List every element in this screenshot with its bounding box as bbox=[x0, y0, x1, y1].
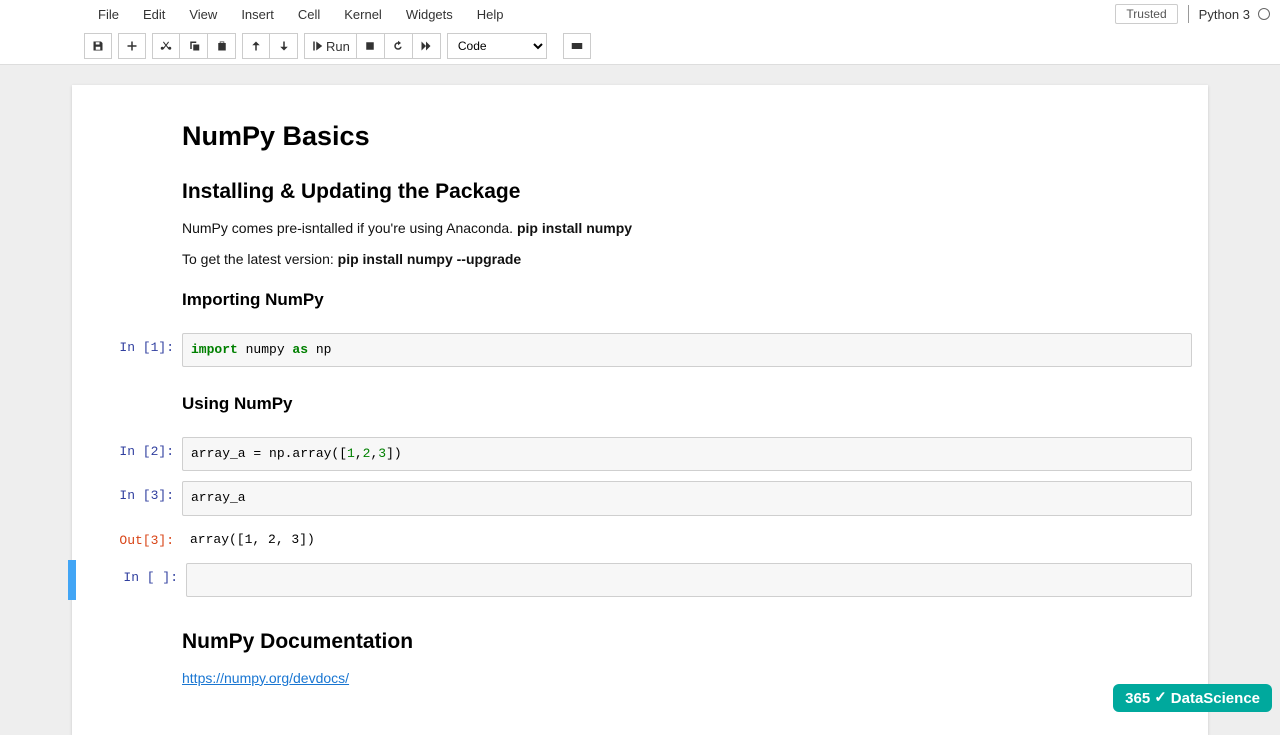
code-cell[interactable]: In [2]: array_a = np.array([1,2,3]) bbox=[72, 434, 1208, 474]
header: File Edit View Insert Cell Kernel Widget… bbox=[0, 0, 1280, 65]
code-cell-selected[interactable]: In [ ]: bbox=[72, 560, 1208, 600]
code-cell[interactable]: In [1]: import numpy as np bbox=[72, 330, 1208, 370]
copy-button[interactable] bbox=[180, 33, 208, 59]
output-cell: Out[3]: array([1, 2, 3]) bbox=[72, 523, 1208, 556]
in-prompt: In [3]: bbox=[72, 481, 182, 515]
menu-help[interactable]: Help bbox=[465, 1, 516, 28]
menu-file[interactable]: File bbox=[86, 1, 131, 28]
out-prompt: Out[3]: bbox=[72, 526, 182, 553]
paste-button[interactable] bbox=[208, 33, 236, 59]
command-palette-button[interactable] bbox=[563, 33, 591, 59]
menu-view[interactable]: View bbox=[177, 1, 229, 28]
code-input[interactable]: array_a bbox=[182, 481, 1192, 515]
move-down-button[interactable] bbox=[270, 33, 298, 59]
restart-button[interactable] bbox=[385, 33, 413, 59]
stop-button[interactable] bbox=[357, 33, 385, 59]
kernel-name[interactable]: Python 3 bbox=[1199, 7, 1250, 22]
code-input[interactable] bbox=[186, 563, 1192, 597]
cut-button[interactable] bbox=[152, 33, 180, 59]
trusted-badge[interactable]: Trusted bbox=[1115, 4, 1177, 24]
menu-edit[interactable]: Edit bbox=[131, 1, 177, 28]
menu-widgets[interactable]: Widgets bbox=[394, 1, 465, 28]
toolbar: Run Code bbox=[0, 28, 1280, 64]
in-prompt: In [2]: bbox=[72, 437, 182, 471]
in-prompt: In [1]: bbox=[72, 333, 182, 367]
markdown-cell[interactable]: NumPy Basics Installing & Updating the P… bbox=[72, 103, 1208, 326]
heading-2: NumPy Documentation bbox=[182, 630, 1202, 654]
keyboard-icon bbox=[571, 40, 583, 52]
add-cell-button[interactable] bbox=[118, 33, 146, 59]
kernel-status-icon bbox=[1258, 8, 1270, 20]
save-icon bbox=[92, 40, 104, 52]
heading-3: Importing NumPy bbox=[182, 290, 1202, 310]
save-button[interactable] bbox=[84, 33, 112, 59]
arrow-up-icon bbox=[250, 40, 262, 52]
markdown-cell[interactable]: NumPy Documentation https://numpy.org/de… bbox=[72, 604, 1208, 705]
watermark-logo: 365✓DataScience bbox=[1113, 684, 1272, 712]
notebook: NumPy Basics Installing & Updating the P… bbox=[72, 85, 1208, 735]
paragraph: NumPy comes pre-isntalled if you're usin… bbox=[182, 218, 1202, 239]
fast-forward-icon bbox=[420, 40, 432, 52]
run-icon bbox=[311, 40, 323, 52]
menubar: File Edit View Insert Cell Kernel Widget… bbox=[0, 0, 1280, 28]
stop-icon bbox=[364, 40, 376, 52]
restart-run-button[interactable] bbox=[413, 33, 441, 59]
notebook-container: NumPy Basics Installing & Updating the P… bbox=[0, 65, 1280, 735]
heading-1: NumPy Basics bbox=[182, 121, 1202, 152]
code-output: array([1, 2, 3]) bbox=[182, 526, 1192, 553]
run-button[interactable]: Run bbox=[304, 33, 357, 59]
menu-insert[interactable]: Insert bbox=[229, 1, 286, 28]
paste-icon bbox=[216, 40, 228, 52]
code-input[interactable]: import numpy as np bbox=[182, 333, 1192, 367]
code-input[interactable]: array_a = np.array([1,2,3]) bbox=[182, 437, 1192, 471]
restart-icon bbox=[392, 40, 404, 52]
move-up-button[interactable] bbox=[242, 33, 270, 59]
arrow-down-icon bbox=[278, 40, 290, 52]
divider bbox=[1188, 5, 1189, 23]
in-prompt: In [ ]: bbox=[76, 563, 186, 597]
markdown-cell[interactable]: Using NumPy bbox=[72, 374, 1208, 430]
menu-cell[interactable]: Cell bbox=[286, 1, 332, 28]
copy-icon bbox=[188, 40, 200, 52]
heading-2: Installing & Updating the Package bbox=[182, 180, 1202, 204]
paragraph: To get the latest version: pip install n… bbox=[182, 249, 1202, 270]
heading-3: Using NumPy bbox=[182, 394, 1202, 414]
menu-kernel[interactable]: Kernel bbox=[332, 1, 394, 28]
doc-link[interactable]: https://numpy.org/devdocs/ bbox=[182, 670, 349, 686]
plus-icon bbox=[126, 40, 138, 52]
cell-type-select[interactable]: Code bbox=[447, 33, 547, 59]
run-label: Run bbox=[326, 39, 350, 54]
scissors-icon bbox=[160, 40, 172, 52]
code-cell[interactable]: In [3]: array_a bbox=[72, 478, 1208, 518]
